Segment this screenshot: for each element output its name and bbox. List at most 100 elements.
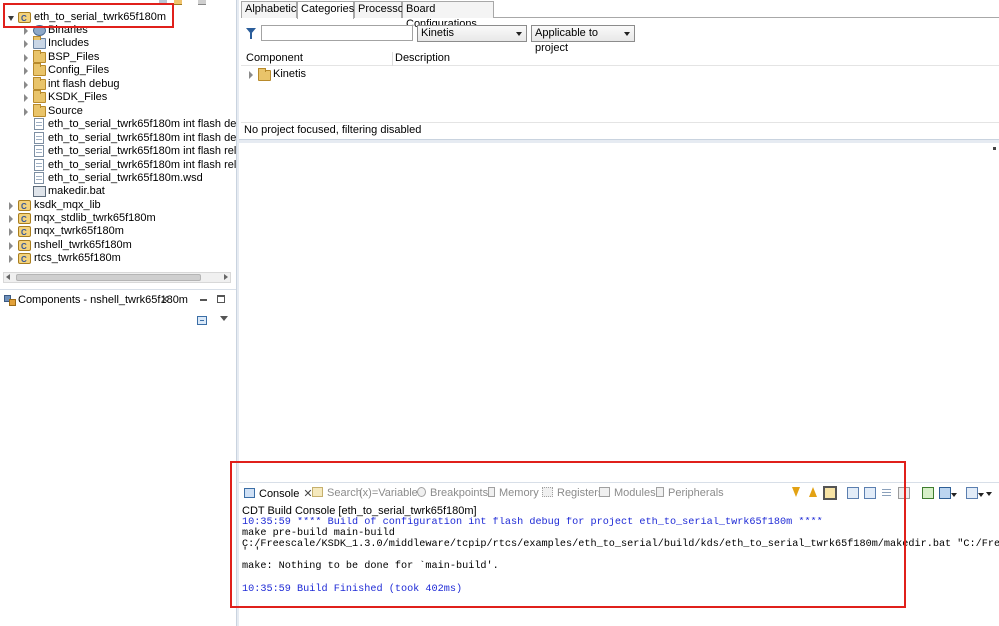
view-menu-icon[interactable] <box>198 0 206 5</box>
category-status-bar: No project focused, filtering disabled <box>241 122 999 136</box>
tree-project-label: nshell_twrk65f180m <box>34 239 132 251</box>
tree-item-label: Kinetis <box>273 68 307 80</box>
console-highlight <box>230 461 906 608</box>
expand-toggle-icon[interactable] <box>9 228 13 236</box>
tree-item-kinetis[interactable]: Kinetis <box>241 68 541 81</box>
link-with-editor-icon[interactable] <box>174 0 182 5</box>
tree-project-ksdk-mqx-lib[interactable]: ksdk_mqx_lib <box>0 199 230 213</box>
tree-item-label: eth_to_serial_twrk65f180m int flash rele… <box>48 159 236 171</box>
tree-item-label: Config_Files <box>48 64 110 76</box>
column-header-component[interactable]: Component <box>246 52 303 64</box>
tree-item-launch-file[interactable]: eth_to_serial_twrk65f180m int flash rele… <box>0 145 236 158</box>
file-icon <box>34 132 44 144</box>
expand-toggle-icon[interactable] <box>24 81 28 89</box>
file-icon <box>34 145 44 157</box>
tree-project-mqx[interactable]: mqx_twrk65f180m <box>0 225 230 239</box>
tree-item-launch-file[interactable]: eth_to_serial_twrk65f180m int flash debu… <box>0 118 236 131</box>
status-text: No project focused, filtering disabled <box>244 124 422 136</box>
tree-item-label: eth_to_serial_twrk65f180m int flash debu… <box>48 118 236 130</box>
tree-item-launch-file[interactable]: eth_to_serial_twrk65f180m int flash debu… <box>0 132 236 145</box>
tab-alphabetical[interactable]: Alphabetical <box>241 1 305 18</box>
vendor-select-value: Kinetis <box>421 27 455 39</box>
expand-toggle-icon[interactable] <box>24 94 28 102</box>
expand-toggle-icon[interactable] <box>24 108 28 116</box>
selected-project-highlight <box>3 3 174 28</box>
file-icon <box>34 172 44 184</box>
filter-input[interactable] <box>261 25 413 41</box>
scope-select-value: Applicable to project <box>535 27 598 54</box>
tree-item-label: KSDK_Files <box>48 91 108 103</box>
tree-item-includes[interactable]: Includes <box>0 36 230 50</box>
maximize-icon[interactable] <box>217 295 225 303</box>
tree-project-mqx-stdlib[interactable]: mqx_stdlib_twrk65f180m <box>0 212 230 226</box>
tree-project-label: rtcs_twrk65f180m <box>34 252 121 264</box>
horizontal-sash[interactable] <box>239 139 999 143</box>
display-console-icon[interactable] <box>939 487 957 499</box>
expand-toggle-icon[interactable] <box>24 40 28 48</box>
scroll-left-icon[interactable] <box>6 274 10 280</box>
c-project-icon <box>18 240 31 253</box>
collapse-icon[interactable] <box>197 316 207 325</box>
folder-icon <box>258 68 271 81</box>
expand-toggle-icon[interactable] <box>9 242 13 250</box>
components-separator <box>0 289 236 290</box>
chevron-down-icon <box>624 32 630 36</box>
tree-project-rtcs[interactable]: rtcs_twrk65f180m <box>0 252 230 266</box>
folder-icon <box>33 77 46 90</box>
view-menu-icon[interactable] <box>220 316 228 321</box>
category-tabs: Alphabetical Categories Processors Board… <box>241 0 999 30</box>
vendor-select[interactable]: Kinetis <box>417 25 527 42</box>
components-view-tab[interactable]: Components - nshell_twrk65f180m ✕ <box>0 291 236 311</box>
filter-row: Kinetis Applicable to project <box>241 24 999 54</box>
expand-toggle-icon[interactable] <box>9 215 13 223</box>
scroll-right-icon[interactable] <box>224 274 228 280</box>
includes-icon <box>33 36 46 49</box>
column-header-description[interactable]: Description <box>395 52 450 64</box>
minimize-icon[interactable] <box>200 299 207 301</box>
tree-item-label: eth_to_serial_twrk65f180m.wsd <box>48 172 203 184</box>
batch-file-icon <box>33 186 46 197</box>
c-project-icon <box>18 200 31 213</box>
expand-toggle-icon[interactable] <box>24 67 28 75</box>
tree-item-label: BSP_Files <box>48 51 100 63</box>
tree-item-label: Includes <box>48 37 89 49</box>
expand-toggle-icon[interactable] <box>9 202 13 210</box>
close-icon[interactable]: ✕ <box>160 293 169 306</box>
tree-item-launch-file[interactable]: eth_to_serial_twrk65f180m int flash rele… <box>0 159 236 172</box>
new-console-icon[interactable] <box>966 487 984 499</box>
tree-item-config-files[interactable]: Config_Files <box>0 63 230 77</box>
tree-project-label: ksdk_mqx_lib <box>34 199 101 211</box>
c-project-icon <box>18 253 31 266</box>
c-project-icon <box>18 226 31 239</box>
expand-toggle-icon[interactable] <box>24 27 28 35</box>
c-project-icon <box>18 213 31 226</box>
components-icon <box>4 295 16 306</box>
file-icon <box>34 159 44 171</box>
expand-toggle-icon[interactable] <box>9 255 13 263</box>
tree-item-source[interactable]: Source <box>0 104 230 118</box>
tree-project-label: mqx_twrk65f180m <box>34 225 124 237</box>
component-table-header: Component Description <box>241 52 999 66</box>
scope-select[interactable]: Applicable to project <box>531 25 635 54</box>
tree-item-wsd-file[interactable]: eth_to_serial_twrk65f180m.wsd <box>0 172 230 185</box>
tree-item-ksdk-files[interactable]: KSDK_Files <box>0 90 230 104</box>
tree-item-label: makedir.bat <box>48 185 105 197</box>
tab-board-configurations[interactable]: Board Configurations <box>402 1 494 30</box>
expand-toggle-icon[interactable] <box>24 54 28 62</box>
tab-categories[interactable]: Categories <box>297 1 354 19</box>
tree-horizontal-scrollbar[interactable] <box>3 272 231 283</box>
open-console-icon[interactable] <box>922 487 934 499</box>
column-divider[interactable] <box>392 52 393 66</box>
tree-item-label: eth_to_serial_twrk65f180m int flash rele… <box>48 145 236 157</box>
tab-processors[interactable]: Processors <box>354 1 413 18</box>
tree-project-nshell[interactable]: nshell_twrk65f180m <box>0 239 230 253</box>
folder-icon <box>33 90 46 103</box>
scrollbar-thumb[interactable] <box>16 274 201 281</box>
tree-item-makedir-bat[interactable]: makedir.bat <box>0 185 230 198</box>
tree-item-label: int flash debug <box>48 78 120 90</box>
folder-icon <box>33 104 46 117</box>
project-explorer-tree: eth_to_serial_twrk65f180m Binaries Inclu… <box>0 0 236 286</box>
folder-icon <box>33 63 46 76</box>
expand-toggle-icon[interactable] <box>249 71 253 79</box>
tree-project-label: mqx_stdlib_twrk65f180m <box>34 212 156 224</box>
